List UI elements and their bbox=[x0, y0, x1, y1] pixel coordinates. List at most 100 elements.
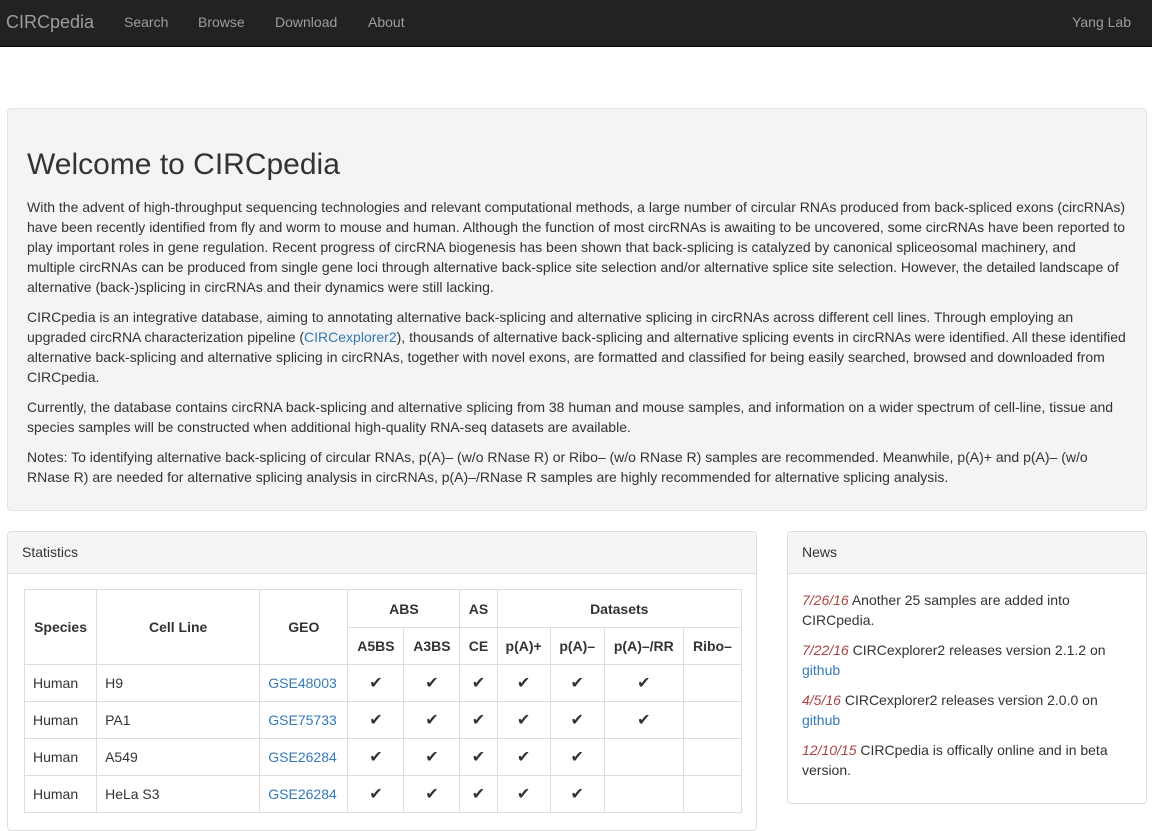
check-icon: ✔ bbox=[637, 712, 651, 729]
check-icon: ✔ bbox=[516, 712, 531, 729]
check-icon: ✔ bbox=[369, 712, 383, 729]
col-a3bs: A3BS bbox=[403, 627, 461, 665]
cell-line-cell: A549 bbox=[96, 738, 261, 776]
check-icon: ✔ bbox=[425, 749, 439, 766]
species-cell: Human bbox=[23, 664, 98, 702]
check-icon: ✔ bbox=[516, 675, 531, 692]
circexplorer2-link[interactable]: CIRCexplorer2 bbox=[304, 329, 397, 345]
check-cell bbox=[603, 738, 684, 776]
col-pa-rr: p(A)–/RR bbox=[603, 627, 684, 665]
statistics-table: Species Cell Line GEO ABS AS Datasets A5… bbox=[23, 589, 743, 813]
check-cell: ✔ bbox=[549, 664, 605, 702]
geo-cell: GSE48003 bbox=[259, 664, 349, 702]
news-github-link[interactable]: github bbox=[802, 712, 840, 728]
welcome-jumbotron: Welcome to CIRCpedia With the advent of … bbox=[7, 108, 1147, 511]
check-cell: ✔ bbox=[403, 738, 461, 776]
news-list: 7/26/16 Another 25 samples are added int… bbox=[788, 574, 1146, 780]
geo-link[interactable]: GSE26284 bbox=[268, 786, 337, 802]
check-icon: ✔ bbox=[425, 786, 439, 803]
page-title: Welcome to CIRCpedia bbox=[27, 148, 340, 181]
check-cell bbox=[682, 701, 743, 739]
col-group-abs: ABS bbox=[347, 589, 461, 628]
check-icon: ✔ bbox=[471, 712, 486, 729]
check-cell: ✔ bbox=[403, 701, 461, 739]
check-icon: ✔ bbox=[471, 675, 486, 692]
statistics-heading: Statistics bbox=[8, 532, 756, 574]
check-cell: ✔ bbox=[459, 664, 498, 702]
check-icon: ✔ bbox=[369, 749, 383, 766]
check-cell: ✔ bbox=[496, 664, 551, 702]
cell-line-cell: H9 bbox=[96, 664, 261, 702]
check-icon: ✔ bbox=[516, 786, 531, 803]
content-paragraph: Currently, the database contains circRNA… bbox=[27, 399, 1114, 435]
check-icon: ✔ bbox=[570, 712, 584, 729]
check-cell: ✔ bbox=[549, 738, 605, 776]
description-paragraph: CIRCpedia is an integrative database, ai… bbox=[27, 307, 1127, 387]
check-icon: ✔ bbox=[516, 749, 531, 766]
geo-link[interactable]: GSE75733 bbox=[268, 712, 337, 728]
notes-paragraph: Notes: To identifying alternative back-s… bbox=[27, 449, 1088, 485]
brand-link[interactable]: CIRCpedia bbox=[6, 12, 94, 33]
news-text: CIRCexplorer2 releases version 2.0.0 on bbox=[840, 692, 1098, 708]
intro-paragraph: With the advent of high-throughput seque… bbox=[27, 199, 1126, 295]
geo-cell: GSE75733 bbox=[259, 701, 349, 739]
check-cell bbox=[682, 664, 743, 702]
news-date: 4/5/16 bbox=[802, 692, 841, 708]
news-item: 4/5/16 CIRCexplorer2 releases version 2.… bbox=[802, 690, 1132, 730]
check-icon: ✔ bbox=[471, 786, 486, 803]
nav-browse[interactable]: Browse bbox=[198, 14, 245, 30]
nav-yang-lab[interactable]: Yang Lab bbox=[1072, 14, 1131, 30]
check-cell: ✔ bbox=[403, 664, 461, 702]
col-species: Species bbox=[23, 589, 98, 665]
check-icon: ✔ bbox=[369, 675, 383, 692]
check-cell: ✔ bbox=[496, 701, 551, 739]
col-pa-minus: p(A)– bbox=[549, 627, 605, 665]
col-group-as: AS bbox=[459, 589, 498, 628]
nav-about[interactable]: About bbox=[368, 14, 405, 30]
nav-download[interactable]: Download bbox=[275, 14, 337, 30]
species-cell: Human bbox=[23, 775, 98, 813]
check-cell: ✔ bbox=[347, 775, 405, 813]
col-ribo: Ribo– bbox=[682, 627, 743, 665]
check-cell: ✔ bbox=[347, 701, 405, 739]
col-geo: GEO bbox=[259, 589, 349, 665]
news-item: 7/26/16 Another 25 samples are added int… bbox=[802, 590, 1132, 630]
news-item: 7/22/16 CIRCexplorer2 releases version 2… bbox=[802, 640, 1132, 680]
news-date: 7/22/16 bbox=[802, 642, 849, 658]
news-github-link[interactable]: github bbox=[802, 662, 840, 678]
check-icon: ✔ bbox=[425, 675, 439, 692]
col-group-datasets: Datasets bbox=[496, 589, 743, 628]
check-icon: ✔ bbox=[637, 675, 651, 692]
check-icon: ✔ bbox=[471, 749, 486, 766]
col-ce: CE bbox=[459, 627, 498, 665]
nav-search[interactable]: Search bbox=[124, 14, 168, 30]
check-icon: ✔ bbox=[570, 786, 584, 803]
geo-cell: GSE26284 bbox=[259, 775, 349, 813]
check-cell bbox=[603, 775, 684, 813]
check-icon: ✔ bbox=[570, 749, 584, 766]
news-panel: News 7/26/16 Another 25 samples are adde… bbox=[787, 531, 1147, 804]
check-cell bbox=[682, 738, 743, 776]
check-cell: ✔ bbox=[496, 775, 551, 813]
news-date: 12/10/15 bbox=[802, 742, 857, 758]
check-cell: ✔ bbox=[459, 701, 498, 739]
top-navbar: CIRCpedia Search Browse Download About Y… bbox=[0, 0, 1152, 47]
news-heading: News bbox=[788, 532, 1146, 574]
check-cell: ✔ bbox=[459, 775, 498, 813]
statistics-panel: Statistics Species Cell Line GEO ABS AS … bbox=[7, 531, 757, 831]
news-item: 12/10/15 CIRCpedia is offically online a… bbox=[802, 740, 1132, 780]
check-cell: ✔ bbox=[459, 738, 498, 776]
table-row: Human A549 GSE26284 ✔ ✔ ✔ ✔ ✔ bbox=[23, 738, 743, 776]
check-cell: ✔ bbox=[549, 775, 605, 813]
col-pa-plus: p(A)+ bbox=[496, 627, 551, 665]
geo-link[interactable]: GSE48003 bbox=[268, 675, 337, 691]
check-cell bbox=[682, 775, 743, 813]
table-row: Human H9 GSE48003 ✔ ✔ ✔ ✔ ✔ ✔ bbox=[23, 664, 743, 702]
species-cell: Human bbox=[23, 738, 98, 776]
geo-link[interactable]: GSE26284 bbox=[268, 749, 337, 765]
news-date: 7/26/16 bbox=[802, 592, 849, 608]
check-cell: ✔ bbox=[347, 738, 405, 776]
check-icon: ✔ bbox=[570, 675, 584, 692]
news-text: CIRCexplorer2 releases version 2.1.2 on bbox=[848, 642, 1106, 658]
check-icon: ✔ bbox=[425, 712, 439, 729]
